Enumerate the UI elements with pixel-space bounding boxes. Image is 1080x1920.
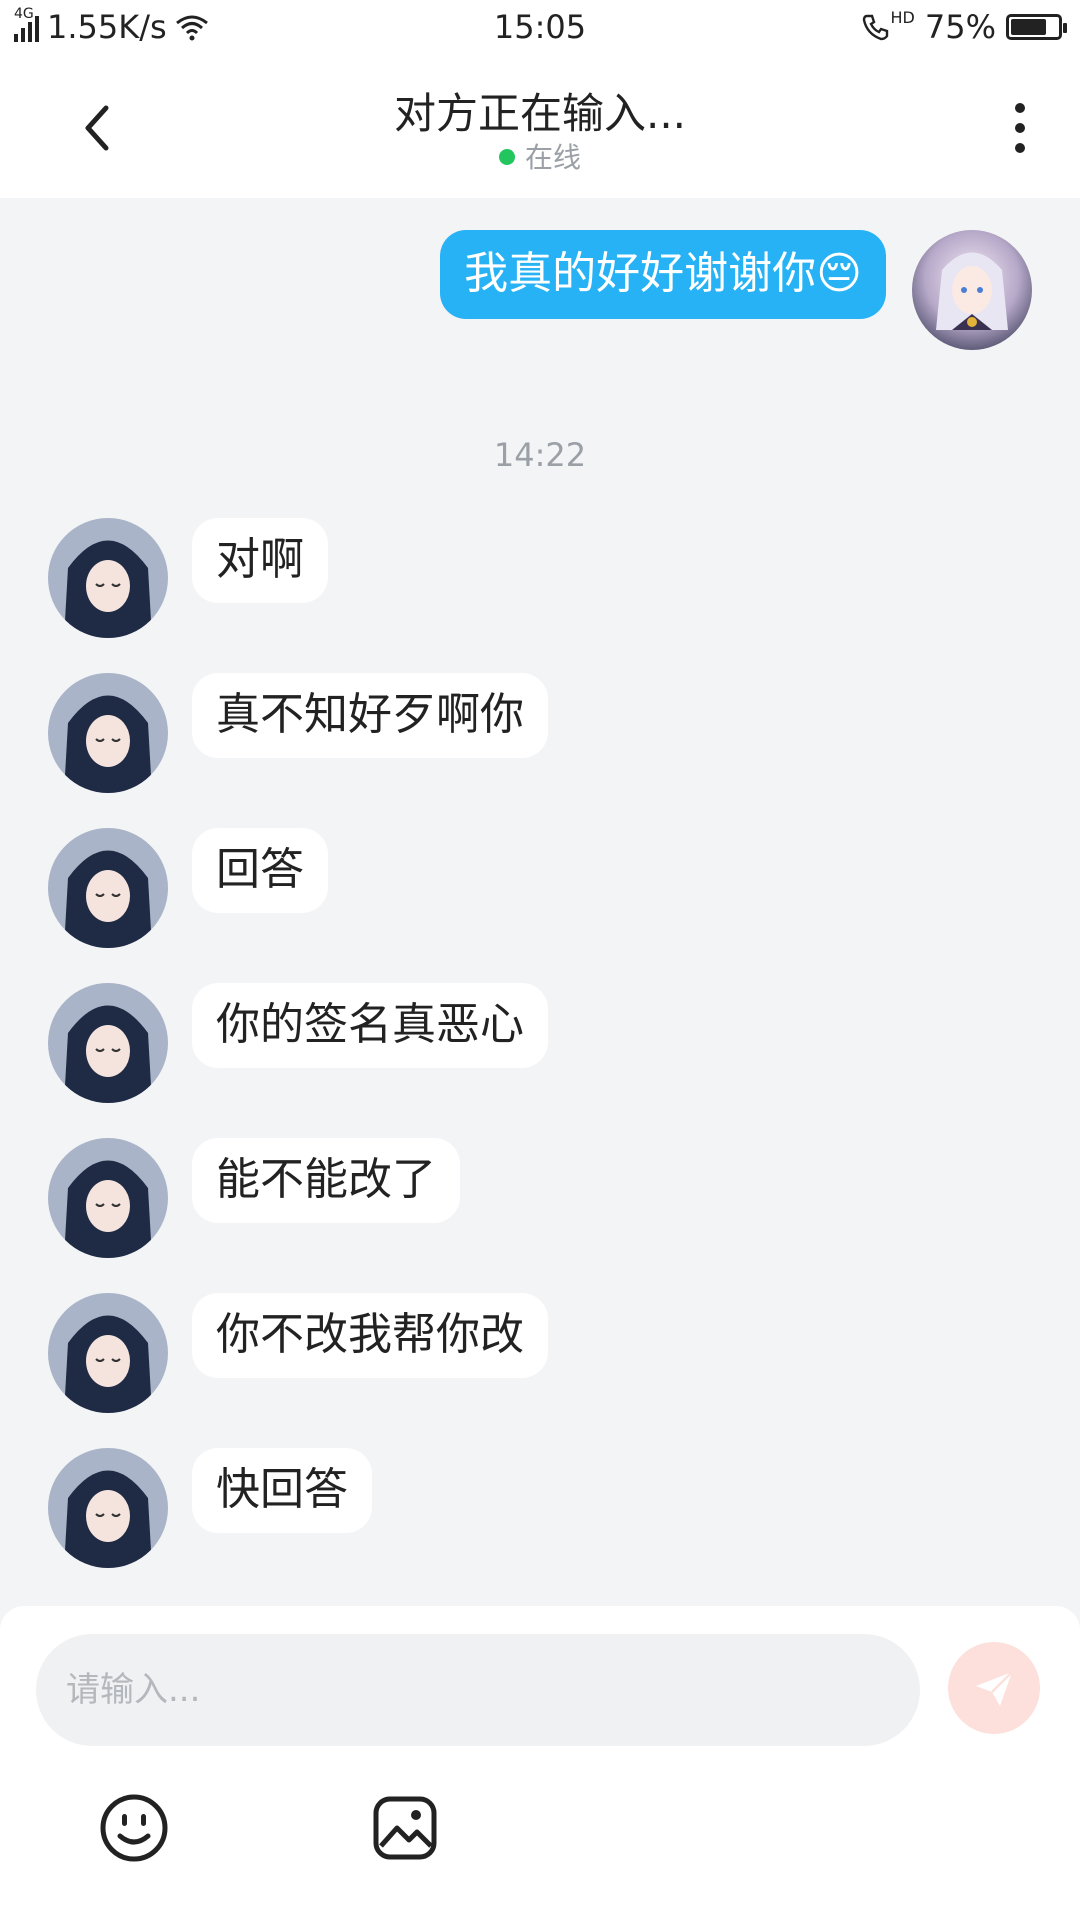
contact-avatar[interactable] — [48, 518, 168, 638]
contact-avatar[interactable] — [48, 1448, 168, 1568]
status-right: HD 75% — [861, 8, 1067, 46]
image-icon — [373, 1796, 437, 1860]
contact-avatar[interactable] — [48, 828, 168, 948]
my-avatar[interactable] — [912, 230, 1032, 350]
online-dot-icon — [498, 149, 515, 165]
page-title: 对方正在输入... — [393, 89, 687, 138]
emoji-icon — [100, 1794, 168, 1862]
chat-header: 对方正在输入... 在线 — [0, 58, 1080, 198]
image-button[interactable] — [369, 1792, 441, 1864]
message-input[interactable] — [36, 1634, 920, 1746]
contact-avatar[interactable] — [48, 1138, 168, 1258]
incoming-message[interactable]: 你的签名真恶心 — [192, 983, 548, 1068]
contact-avatar[interactable] — [48, 673, 168, 793]
hd-label: HD — [890, 7, 915, 27]
battery-icon — [1006, 14, 1067, 40]
emoji-button[interactable] — [98, 1792, 170, 1864]
presence-status: 在线 — [0, 136, 1080, 176]
presence-label: 在线 — [524, 141, 581, 174]
status-bar: 4G 1.55K/s 15:05 HD 75% — [0, 0, 1080, 58]
contact-avatar[interactable] — [48, 983, 168, 1103]
more-button[interactable] — [1000, 98, 1040, 158]
battery-percent: 75% — [924, 8, 996, 46]
incoming-message[interactable]: 回答 — [192, 828, 328, 913]
send-button[interactable] — [948, 1642, 1040, 1734]
contact-avatar[interactable] — [48, 1293, 168, 1413]
incoming-message[interactable]: 你不改我帮你改 — [192, 1293, 548, 1378]
incoming-message[interactable]: 真不知好歹啊你 — [192, 673, 548, 758]
battery-fill — [1011, 19, 1046, 35]
hd-call-icon: HD — [861, 8, 915, 42]
more-vertical-icon — [1015, 103, 1025, 113]
send-icon — [976, 1671, 1013, 1706]
incoming-message[interactable]: 能不能改了 — [192, 1138, 460, 1223]
time-divider: 14:22 — [493, 436, 587, 474]
incoming-message[interactable]: 对啊 — [192, 518, 328, 603]
outgoing-message[interactable]: 我真的好好谢谢你😔 — [440, 230, 886, 319]
composer — [0, 1606, 1080, 1920]
incoming-message[interactable]: 快回答 — [192, 1448, 372, 1533]
